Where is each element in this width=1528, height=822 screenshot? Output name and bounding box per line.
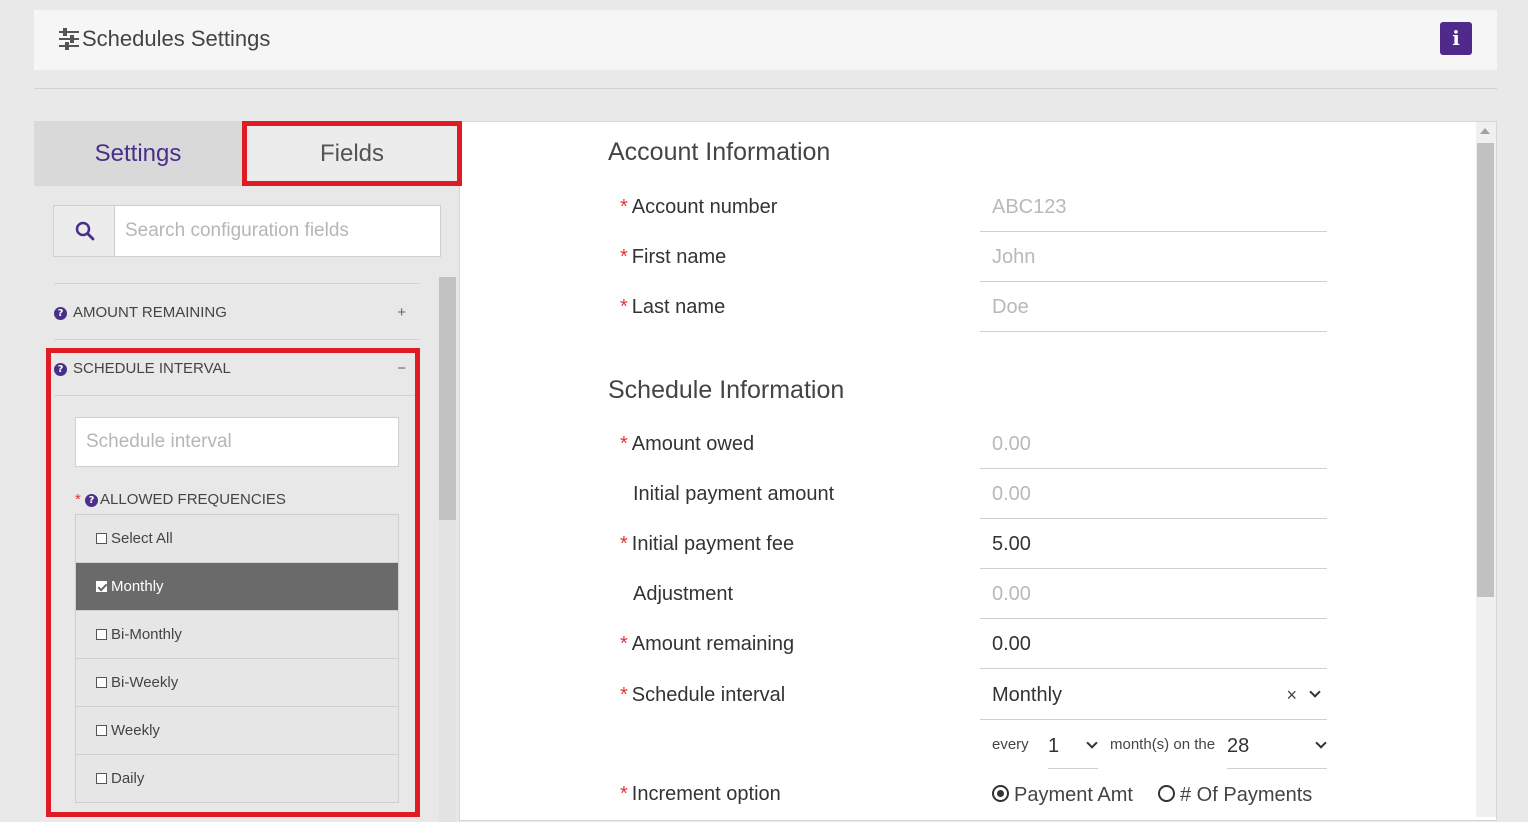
select-value: 28 xyxy=(1227,735,1250,757)
label-text: Last name xyxy=(631,296,726,318)
section-label: AMOUNT REMAINING xyxy=(73,304,227,321)
info-button[interactable]: i xyxy=(1440,22,1472,55)
search-button[interactable] xyxy=(54,206,115,256)
radio-label: # Of Payments xyxy=(1180,784,1313,806)
select-value: Monthly xyxy=(992,684,1063,706)
tab-settings[interactable]: Settings xyxy=(34,121,242,186)
account-info-title: Account Information xyxy=(608,138,831,166)
sliders-icon xyxy=(59,28,79,50)
divider xyxy=(54,283,420,284)
highlight-annotation xyxy=(46,348,420,817)
chevron-down-icon[interactable] xyxy=(1315,737,1327,749)
radio-payment-amt[interactable]: Payment Amt xyxy=(992,784,1133,807)
field-label-adjustment: Adjustment xyxy=(633,583,733,606)
page-title: Schedules Settings xyxy=(82,26,271,51)
label-text: Initial payment fee xyxy=(631,533,795,555)
preview-scrollbar-thumb[interactable] xyxy=(1477,143,1494,597)
required-marker: * xyxy=(620,783,628,805)
search-input[interactable] xyxy=(115,206,440,256)
divider xyxy=(34,88,1497,89)
search-icon xyxy=(75,221,95,241)
field-label-initial-payment-amount: Initial payment amount xyxy=(633,483,834,506)
months-label: month(s) on the xyxy=(1110,736,1216,753)
field-label-last-name: * Last name xyxy=(620,296,725,319)
select-value: 1 xyxy=(1048,735,1060,757)
page-header: Schedules Settings i xyxy=(34,10,1497,70)
tab-fields[interactable]: Fields xyxy=(242,121,462,186)
radio-num-payments[interactable]: # Of Payments xyxy=(1158,784,1312,807)
help-icon[interactable]: ? xyxy=(54,306,67,320)
every-select[interactable]: 1 xyxy=(1048,727,1098,769)
search-box xyxy=(53,205,441,257)
field-label-account-number: * Account number xyxy=(620,196,777,219)
schedule-info-title: Schedule Information xyxy=(608,376,845,404)
required-marker: * xyxy=(620,296,628,318)
account-number-input[interactable]: ABC123 xyxy=(980,182,1327,232)
radio-selected-icon[interactable] xyxy=(992,785,1009,803)
field-label-schedule-interval: * Schedule interval xyxy=(620,684,785,707)
initial-payment-fee-input[interactable]: 5.00 xyxy=(980,519,1327,569)
required-marker: * xyxy=(620,633,628,655)
field-label-first-name: * First name xyxy=(620,246,726,269)
required-marker: * xyxy=(620,684,628,706)
section-amount-remaining[interactable]: ? AMOUNT REMAINING + xyxy=(54,304,420,332)
amount-owed-input[interactable]: 0.00 xyxy=(980,419,1327,469)
adjustment-input[interactable]: 0.00 xyxy=(980,569,1327,619)
radio-label: Payment Amt xyxy=(1014,784,1133,806)
label-text: Adjustment xyxy=(633,583,734,605)
required-marker: * xyxy=(620,433,628,455)
first-name-input[interactable]: John xyxy=(980,232,1327,282)
label-text: Amount remaining xyxy=(631,633,795,655)
required-marker: * xyxy=(620,533,628,555)
expand-icon[interactable]: + xyxy=(397,304,406,321)
field-label-initial-payment-fee: * Initial payment fee xyxy=(620,533,794,556)
every-label: every xyxy=(992,736,1029,753)
chevron-down-icon[interactable] xyxy=(1309,686,1321,698)
sidebar-scrollbar-thumb[interactable] xyxy=(439,277,456,520)
chevron-down-icon[interactable] xyxy=(1086,737,1098,749)
field-label-increment-option: * Increment option xyxy=(620,783,781,806)
schedule-interval-select[interactable]: Monthly × xyxy=(980,670,1327,720)
last-name-input[interactable]: Doe xyxy=(980,282,1327,332)
field-label-amount-remaining: * Amount remaining xyxy=(620,633,794,656)
label-text: Schedule interval xyxy=(631,684,786,706)
divider xyxy=(54,339,420,340)
radio-icon[interactable] xyxy=(1158,785,1175,803)
required-marker: * xyxy=(620,196,628,218)
label-text: Account number xyxy=(631,196,778,218)
initial-payment-amount-input[interactable]: 0.00 xyxy=(980,469,1327,519)
required-marker: * xyxy=(620,246,628,268)
clear-icon[interactable]: × xyxy=(1286,670,1297,720)
scroll-up-icon[interactable] xyxy=(1480,128,1490,134)
field-label-amount-owed: * Amount owed xyxy=(620,433,754,456)
label-text: Initial payment amount xyxy=(633,483,835,505)
label-text: Increment option xyxy=(631,783,781,805)
day-select[interactable]: 28 xyxy=(1227,727,1327,769)
amount-remaining-input[interactable]: 0.00 xyxy=(980,619,1327,669)
label-text: Amount owed xyxy=(631,433,755,455)
label-text: First name xyxy=(631,246,727,268)
